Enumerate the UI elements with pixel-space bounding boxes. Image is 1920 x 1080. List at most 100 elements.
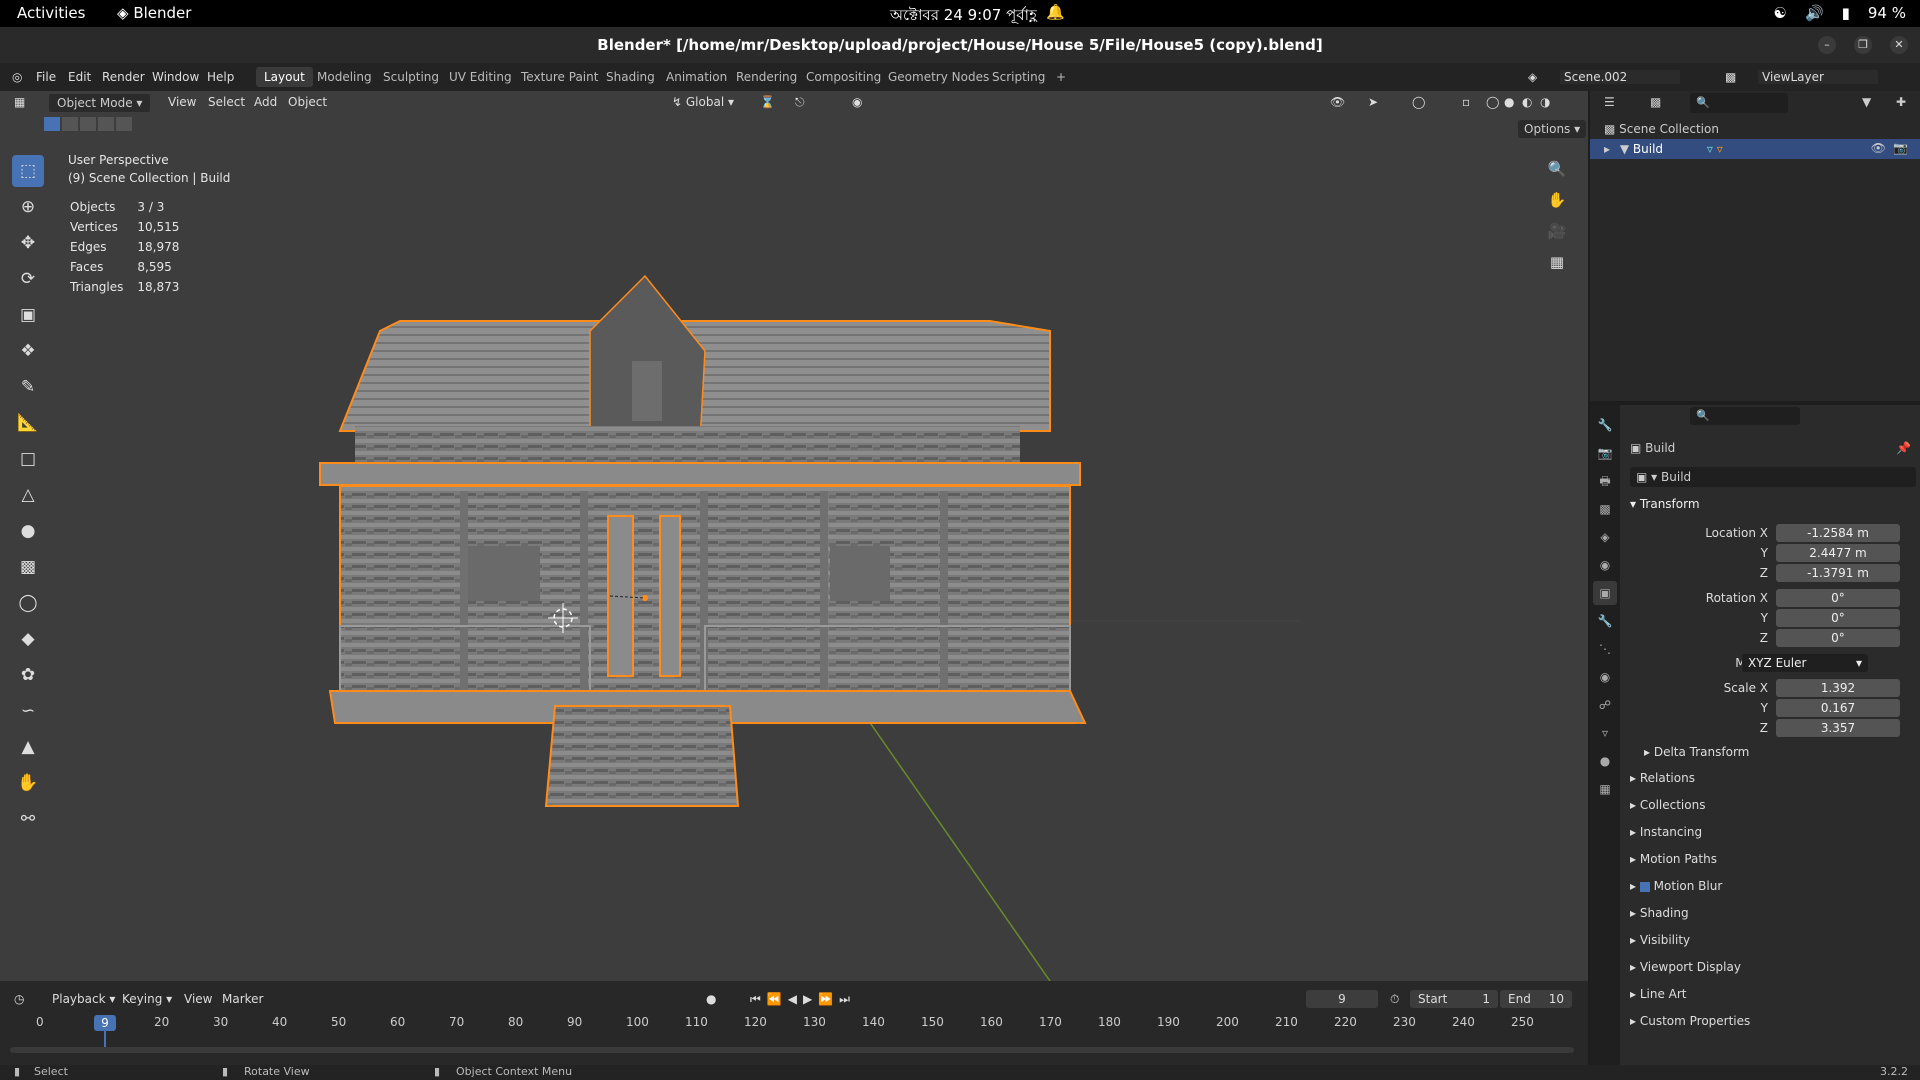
scene-tab-icon[interactable]: ◈ <box>1593 525 1617 549</box>
maximize-button[interactable]: ❐ <box>1854 36 1872 54</box>
snap-icon[interactable]: ⎋ <box>795 95 805 110</box>
select-intersect-icon[interactable] <box>116 117 132 131</box>
transform-panel-header[interactable]: ▾ Transform <box>1630 497 1700 511</box>
viewport-menu-view[interactable]: View <box>168 95 196 109</box>
3d-viewport[interactable]: ▦ Object Mode ▾ View Select Add Object ↯… <box>0 91 1588 981</box>
pivot-icon[interactable]: ⌛ <box>760 95 775 109</box>
tab-texture-paint[interactable]: Texture Paint <box>513 67 606 87</box>
tab-rendering[interactable]: Rendering <box>728 67 805 87</box>
select-box-tool-icon[interactable]: ⬚ <box>12 155 44 187</box>
particles-tab-icon[interactable]: ⋱ <box>1593 637 1617 661</box>
add-torus-tool-icon[interactable]: ◯ <box>12 587 44 619</box>
timeline-editor-type-icon[interactable]: ◷ <box>14 992 24 1006</box>
menu-file[interactable]: File <box>36 70 56 84</box>
tab-modeling[interactable]: Modeling <box>309 67 380 87</box>
world-tab-icon[interactable]: ◉ <box>1593 553 1617 577</box>
accessibility-icon[interactable]: ☯ <box>1773 4 1786 22</box>
playback-controls[interactable]: ⏮⏪◀▶⏩⏭ <box>750 992 856 1007</box>
playhead-marker[interactable]: 9 <box>94 1015 116 1031</box>
outliner-row-build[interactable]: ▸ ▼ Build ▿ ▿ 👁 📷 <box>1590 139 1920 159</box>
select-subtract-icon[interactable] <box>80 117 96 131</box>
proportional-edit-icon[interactable]: ◉ <box>852 95 862 109</box>
clock[interactable]: অক্টোবর 24 9:07 পূর্বাহ্ণ <box>890 4 1037 29</box>
add-mesh-tool-icon[interactable]: ◆ <box>12 623 44 655</box>
editor-type-icon[interactable]: ▦ <box>14 95 25 109</box>
object-name-field[interactable]: ▣ ▾ Build <box>1630 467 1916 487</box>
outliner-row-scene-collection[interactable]: ▩ Scene Collection <box>1590 119 1920 139</box>
gizmo-icon[interactable]: ➤ <box>1368 95 1378 109</box>
filter-icon[interactable]: ▼ <box>1862 95 1871 109</box>
texture-tab-icon[interactable]: ▦ <box>1593 777 1617 801</box>
keying-menu[interactable]: Keying ▾ <box>122 992 172 1006</box>
scale-tool-icon[interactable]: ▣ <box>12 299 44 331</box>
viewport-menu-object[interactable]: Object <box>288 95 327 109</box>
add-cube-tool-icon[interactable]: □ <box>12 443 44 475</box>
cursor-tool-icon[interactable]: ⊕ <box>12 191 44 223</box>
start-frame-field[interactable]: Start 1 <box>1410 990 1498 1008</box>
frame-ruler[interactable]: 0102030405060708090100110120130140150160… <box>0 1015 1588 1055</box>
xray-icon[interactable]: ▫ <box>1462 95 1470 109</box>
add-cylinder-tool-icon[interactable]: ▩ <box>12 551 44 583</box>
menu-edit[interactable]: Edit <box>68 70 91 84</box>
panel-custom-properties[interactable]: ▸ Custom Properties <box>1630 1014 1920 1034</box>
measure-tool-icon[interactable]: 📐 <box>12 407 44 439</box>
visibility-icon[interactable]: 👁 <box>1330 95 1345 109</box>
add-sphere-tool-icon[interactable]: ● <box>12 515 44 547</box>
rotation-z-field[interactable]: 0° <box>1776 629 1900 647</box>
perspective-toggle-icon[interactable]: ▦ <box>1544 249 1570 275</box>
outliner-search-input[interactable]: 🔍 <box>1690 93 1788 113</box>
viewport-menu-add[interactable]: Add <box>254 95 277 109</box>
material-tab-icon[interactable]: ● <box>1593 749 1617 773</box>
material-shading-icon[interactable]: ◐ <box>1522 95 1532 109</box>
timeline-menu-marker[interactable]: Marker <box>222 992 263 1006</box>
new-collection-icon[interactable]: ✚ <box>1896 95 1906 109</box>
panel-visibility[interactable]: ▸ Visibility <box>1630 933 1920 953</box>
timeline-scrollbar[interactable] <box>10 1047 1574 1053</box>
tab-animation[interactable]: Animation <box>658 67 735 87</box>
expand-arrow-icon[interactable]: ▸ <box>1604 142 1610 156</box>
end-frame-field[interactable]: End 10 <box>1500 990 1572 1008</box>
blender-logo-icon[interactable]: ◎ <box>12 70 22 84</box>
timeline-menu-view[interactable]: View <box>184 992 212 1006</box>
options-dropdown[interactable]: Options ▾ <box>1518 120 1587 138</box>
panel-instancing[interactable]: ▸ Instancing <box>1630 825 1920 845</box>
scene-selector-icon[interactable]: ◈ <box>1528 70 1537 84</box>
overlay-icon[interactable]: ◯ <box>1412 95 1425 109</box>
panel-delta-transform[interactable]: ▸ Delta Transform <box>1644 745 1920 765</box>
system-tray[interactable]: ☯ 🔊 ▮ 94 % <box>1773 4 1906 22</box>
wireframe-shading-icon[interactable]: ◯ <box>1486 95 1499 109</box>
current-frame-field[interactable]: 9 <box>1306 990 1378 1008</box>
brush-tool-icon[interactable]: ⚯ <box>12 803 44 835</box>
tab-scripting[interactable]: Scripting <box>984 67 1053 87</box>
scale-z-field[interactable]: 3.357 <box>1776 719 1900 737</box>
data-tab-icon[interactable]: ▿ <box>1593 721 1617 745</box>
menu-render[interactable]: Render <box>102 70 145 84</box>
volume-icon[interactable]: 🔊 <box>1805 4 1824 22</box>
annotate-tool-icon[interactable]: ✎ <box>12 371 44 403</box>
panel-shading[interactable]: ▸ Shading <box>1630 906 1920 926</box>
viewport-menu-select[interactable]: Select <box>208 95 245 109</box>
record-icon[interactable]: ● <box>706 992 716 1006</box>
camera-view-icon[interactable]: 🎥 <box>1544 218 1570 244</box>
object-tab-icon[interactable]: ▣ <box>1593 581 1617 605</box>
rotation-y-field[interactable]: 0° <box>1776 609 1900 627</box>
pin-icon[interactable]: 📌 <box>1896 441 1911 455</box>
rendered-shading-icon[interactable]: ◑ <box>1540 95 1550 109</box>
move-tool-icon[interactable]: ✥ <box>12 227 44 259</box>
selection-mode-buttons[interactable] <box>44 117 132 131</box>
physics-tab-icon[interactable]: ◉ <box>1593 665 1617 689</box>
view-layer-tab-icon[interactable]: ▩ <box>1593 497 1617 521</box>
location-x-field[interactable]: -1.2584 m <box>1776 524 1900 542</box>
curve-tool-icon[interactable]: ∽ <box>12 695 44 727</box>
select-new-icon[interactable] <box>44 117 60 131</box>
close-button[interactable]: ✕ <box>1890 36 1908 54</box>
camera-render-icon[interactable]: 📷 <box>1893 141 1908 155</box>
scene-name-field[interactable]: Scene.002 <box>1560 70 1680 84</box>
scale-y-field[interactable]: 0.167 <box>1776 699 1900 717</box>
display-mode-icon[interactable]: ▩ <box>1650 95 1661 109</box>
tab-shading[interactable]: Shading <box>598 67 663 87</box>
viewlayer-name-field[interactable]: ViewLayer <box>1758 70 1878 84</box>
sculpt-tool-icon[interactable]: ▲ <box>12 731 44 763</box>
panel-motion-paths[interactable]: ▸ Motion Paths <box>1630 852 1920 872</box>
location-z-field[interactable]: -1.3791 m <box>1776 564 1900 582</box>
